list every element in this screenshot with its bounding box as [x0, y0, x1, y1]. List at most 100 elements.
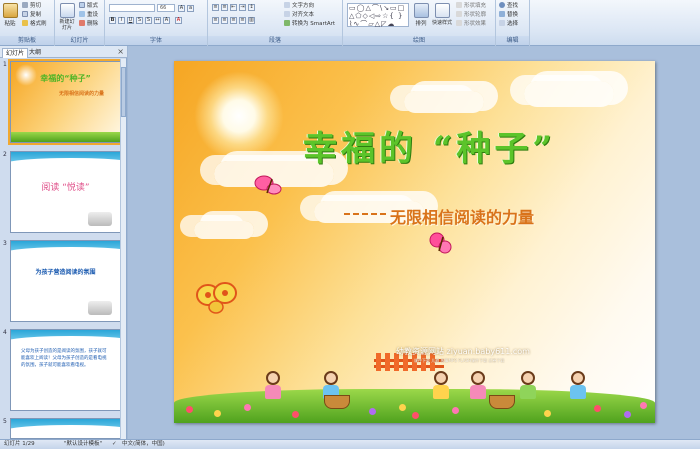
flower-image	[369, 408, 376, 415]
font-name-combo[interactable]	[109, 4, 155, 12]
cut-label: 剪切	[30, 3, 42, 9]
line-spacing-icon[interactable]: ↕	[248, 4, 255, 11]
format-painter-button[interactable]: 格式刷	[22, 20, 47, 28]
font-size-combo[interactable]: 66	[157, 4, 175, 12]
select-button[interactable]: 选择	[499, 20, 518, 28]
panel-scrollbar[interactable]	[120, 59, 126, 439]
numbering-icon[interactable]: ≡	[221, 4, 228, 11]
slide-thumbnail-1[interactable]: 幸福的“种子” 无限相信阅读的力量	[8, 59, 123, 145]
bullets-icon[interactable]: ≡	[212, 4, 219, 11]
replace-label: 替换	[507, 12, 519, 18]
layout-icon	[79, 2, 85, 8]
flower-image	[399, 404, 406, 411]
shadow-icon[interactable]: S	[145, 17, 152, 24]
reset-button[interactable]: 重设	[79, 11, 98, 19]
find-button[interactable]: 查找	[499, 2, 518, 10]
thumbnail-subtitle: 无限相信阅读的力量	[59, 91, 105, 97]
shape-outline-button[interactable]: 形状轮廓	[456, 11, 486, 19]
decrease-indent-icon[interactable]: ⇤	[230, 4, 237, 11]
select-cursor-icon	[499, 20, 505, 26]
grass-image	[11, 132, 120, 142]
scrollbar-thumb[interactable]	[121, 67, 126, 117]
scissors-icon	[22, 2, 28, 8]
new-slide-icon	[59, 3, 75, 18]
text-direction-button[interactable]: 文字方向	[284, 2, 314, 10]
smartart-icon	[284, 20, 290, 26]
italic-icon[interactable]: I	[118, 17, 125, 24]
char-spacing-icon[interactable]: ↔	[154, 17, 161, 24]
slides-group-label: 幻灯片	[55, 36, 104, 45]
shrink-font-icon[interactable]: a	[187, 5, 194, 12]
shape-fill-button[interactable]: 形状填充	[456, 2, 486, 10]
smartart-button[interactable]: 转换为 SmartArt	[284, 20, 335, 28]
butterfly-icon	[196, 282, 237, 314]
bold-icon[interactable]: B	[109, 17, 116, 24]
slide-thumbnail-3[interactable]: 为孩子营造阅读的氛围	[10, 240, 121, 322]
find-icon	[499, 2, 505, 8]
slide-thumbnail-2[interactable]: 阅读 “悦读”	[10, 151, 121, 233]
shapes-gallery[interactable]: ▭◯△⌒\↘▭□ △⬠◇◁⇨☆{ } ⌇∿⌒▱△◸☁	[347, 3, 409, 28]
align-text-label: 对齐文本	[292, 12, 315, 18]
slide-thumbnail-panel: 幻灯片 大纲 × 1 幸福的“种子” 无限相信阅读的力量 2 阅读 “悦读” 3…	[0, 46, 127, 439]
paste-button[interactable]: 粘贴	[2, 3, 18, 27]
theme-name[interactable]: "默认设计模板"	[64, 440, 102, 449]
justify-icon[interactable]: ≡	[239, 17, 246, 24]
spellcheck-icon[interactable]: ✓	[112, 440, 117, 449]
slide-thumbnail-4[interactable]: 父母为孩子创造的是阅读的氛围，孩子就可能喜欢上阅读！父母为孩子创造的是看电视的氛…	[10, 329, 121, 411]
clipboard-group-label: 剪贴板	[0, 36, 54, 45]
change-case-icon[interactable]: A	[163, 17, 170, 24]
new-slide-button[interactable]: 新建幻灯片	[58, 3, 76, 31]
tab-slides[interactable]: 幻灯片	[2, 48, 29, 58]
editing-group: 查找 替换 选择 编辑	[496, 0, 530, 46]
flower-image	[214, 410, 221, 417]
align-left-icon[interactable]: ≡	[212, 17, 219, 24]
underline-icon[interactable]: U	[127, 17, 134, 24]
align-right-icon[interactable]: ≡	[230, 17, 237, 24]
font-group: 66 A a B I U S S ↔ A A 字体	[105, 0, 208, 46]
slide-thumbnail-5[interactable]	[10, 418, 121, 439]
pen-icon	[456, 11, 462, 17]
delete-button[interactable]: 删除	[79, 20, 98, 28]
flower-image	[452, 407, 459, 414]
layout-button[interactable]: 版式	[79, 2, 98, 10]
replace-button[interactable]: 替换	[499, 11, 518, 19]
wave-band	[11, 241, 120, 261]
strikethrough-icon[interactable]: S	[136, 17, 143, 24]
tab-outline[interactable]: 大纲	[26, 48, 44, 58]
cloud-image	[524, 81, 614, 107]
flower-image	[544, 410, 551, 417]
paste-icon	[2, 3, 18, 18]
child-figure-image	[469, 371, 487, 401]
reset-label: 重设	[87, 12, 99, 18]
language-indicator[interactable]: 中文(简体，中国)	[122, 440, 165, 449]
delete-label: 删除	[87, 21, 99, 27]
book-image	[88, 301, 112, 315]
copy-button[interactable]: 复制	[22, 11, 41, 19]
align-text-button[interactable]: 对齐文本	[284, 11, 314, 19]
slide-title[interactable]: 幸福的 “种子”	[174, 121, 655, 170]
align-center-icon[interactable]: ≡	[221, 17, 228, 24]
flower-image	[594, 405, 601, 412]
cut-button[interactable]: 剪切	[22, 2, 41, 10]
smartart-label: 转换为 SmartArt	[292, 21, 336, 27]
font-color-icon[interactable]: A	[175, 17, 182, 24]
delete-icon	[79, 20, 85, 26]
slide-subtitle[interactable]: 无限相信阅读的力量	[390, 204, 534, 228]
subtitle-decoration	[344, 213, 386, 215]
grow-font-icon[interactable]: A	[178, 5, 185, 12]
shape-effects-button[interactable]: 形状效果	[456, 20, 486, 28]
arrange-button[interactable]: 排列	[413, 3, 429, 27]
current-slide[interactable]: 幸福的 “种子” 无限相信阅读的力量 幼教资源网站 ziyuan.baby611…	[174, 61, 655, 423]
wave-band	[11, 152, 120, 172]
cloud-image	[194, 221, 254, 239]
columns-icon[interactable]: ▥	[248, 17, 255, 24]
quick-styles-button[interactable]: 快速样式	[431, 3, 453, 26]
arrange-icon	[413, 3, 429, 18]
increase-indent-icon[interactable]: ⇥	[239, 4, 246, 11]
arrange-label: 排列	[415, 21, 427, 27]
editing-group-label: 编辑	[496, 36, 529, 45]
layout-label: 版式	[87, 3, 99, 9]
child-figure-image	[264, 371, 282, 401]
close-panel-icon[interactable]: ×	[117, 47, 124, 56]
thumbnail-number: 1	[3, 61, 7, 68]
